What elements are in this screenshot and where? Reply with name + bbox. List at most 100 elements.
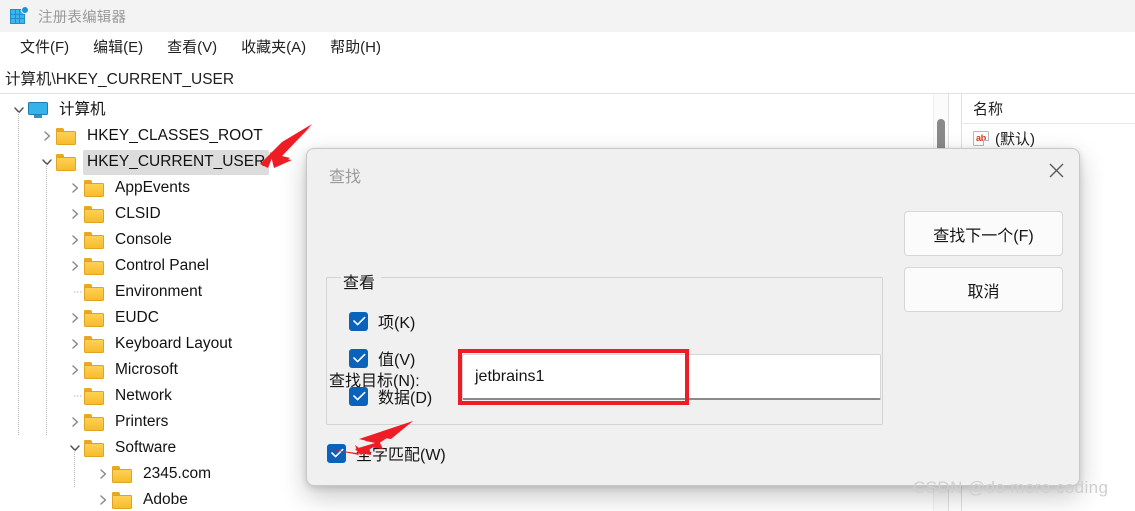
tree-node-label: Printers	[115, 412, 169, 430]
chevron-right-icon[interactable]	[94, 461, 112, 487]
tree-node[interactable]: 计算机	[0, 97, 948, 123]
title-bar: 注册表编辑器	[0, 0, 1135, 32]
cancel-button[interactable]: 取消	[904, 267, 1063, 312]
values-column-header-label: 名称	[973, 101, 1004, 118]
folder-icon	[112, 466, 132, 483]
string-value-icon-text: ab	[976, 132, 986, 143]
checkmark-icon	[327, 443, 346, 463]
folder-icon	[84, 414, 104, 431]
checkbox-whole-word[interactable]: 全字匹配(W)	[327, 441, 446, 465]
tree-node[interactable]: HKEY_CLASSES_ROOT	[0, 123, 948, 149]
tree-node-label-wrap: CLSID	[111, 202, 165, 227]
tree-node-label: Microsoft	[115, 360, 178, 378]
close-icon[interactable]	[1033, 149, 1079, 191]
chevron-right-icon[interactable]	[66, 175, 84, 201]
tree-node-label: Network	[115, 386, 172, 404]
find-dialog: 查找 查找目标(N): jetbrains1 查看 项(K) 值(V) 数据(D…	[306, 148, 1080, 486]
chevron-right-icon[interactable]	[66, 227, 84, 253]
checkmark-icon	[349, 386, 368, 406]
tree-guide-line	[46, 162, 47, 435]
folder-icon	[84, 388, 104, 405]
tree-node-label-wrap: Console	[111, 228, 176, 253]
chevron-right-icon[interactable]	[66, 357, 84, 383]
menu-item-edit[interactable]: 编辑(E)	[81, 33, 155, 61]
menu-item-file[interactable]: 文件(F)	[8, 33, 81, 61]
tree-node-label: Control Panel	[115, 256, 209, 274]
monitor-icon	[28, 101, 48, 119]
folder-icon	[84, 362, 104, 379]
tree-node-label-wrap: 2345.com	[139, 462, 215, 487]
tree-node-label: Software	[115, 438, 177, 456]
folder-icon	[84, 440, 104, 457]
chevron-right-icon[interactable]	[66, 331, 84, 357]
checkbox-keys[interactable]: 项(K)	[349, 309, 415, 333]
tree-node-label-wrap: Microsoft	[111, 358, 182, 383]
checkmark-icon	[349, 311, 368, 331]
find-dialog-title: 查找	[329, 169, 362, 186]
chevron-right-icon[interactable]	[66, 305, 84, 331]
tree-guide-line	[74, 448, 75, 487]
registry-editor-icon	[9, 6, 29, 26]
checkbox-values[interactable]: 值(V)	[349, 346, 415, 370]
window-title: 注册表编辑器	[38, 9, 127, 26]
menu-item-view[interactable]: 查看(V)	[155, 33, 229, 61]
menu-item-help[interactable]: 帮助(H)	[318, 33, 393, 61]
folder-icon	[56, 154, 76, 171]
folder-icon	[84, 310, 104, 327]
chevron-right-icon[interactable]	[38, 123, 56, 149]
values-column-header-name[interactable]: 名称	[963, 94, 1135, 124]
tree-node-label-wrap: Adobe	[139, 488, 192, 511]
view-options-groupbox-title: 查看	[341, 269, 382, 293]
tree-node-connector	[66, 279, 84, 305]
folder-icon	[84, 180, 104, 197]
tree-node-label: Adobe	[143, 490, 188, 508]
tree-node-label-wrap: Printers	[111, 410, 172, 435]
tree-node-label-wrap: Control Panel	[111, 254, 213, 279]
checkmark-icon	[349, 348, 368, 368]
tree-node-label-wrap: HKEY_CURRENT_USER	[83, 149, 270, 175]
folder-icon	[56, 128, 76, 145]
registry-editor-window: 注册表编辑器 文件(F) 编辑(E) 查看(V) 收藏夹(A) 帮助(H) 计算…	[0, 0, 1135, 511]
tree-node-label: Environment	[115, 282, 203, 300]
tree-node-label-wrap: EUDC	[111, 306, 163, 331]
checkbox-whole-word-label: 全字匹配(W)	[356, 447, 446, 464]
chevron-right-icon[interactable]	[94, 487, 112, 511]
tree-node-label-wrap: Network	[111, 384, 176, 409]
chevron-right-icon[interactable]	[66, 409, 84, 435]
tree-node-label: 计算机	[59, 100, 106, 118]
address-path: 计算机\HKEY_CURRENT_USER	[5, 70, 235, 88]
folder-icon	[112, 492, 132, 509]
chevron-down-icon[interactable]	[38, 149, 56, 175]
folder-icon	[84, 206, 104, 223]
menu-item-favorites[interactable]: 收藏夹(A)	[229, 33, 318, 61]
tree-node-label: Console	[115, 230, 172, 248]
tree-node-label-wrap: Keyboard Layout	[111, 332, 236, 357]
chevron-right-icon[interactable]	[66, 253, 84, 279]
tree-node-connector	[66, 383, 84, 409]
tree-node-label-wrap: Software	[111, 436, 180, 461]
checkbox-keys-label: 项(K)	[378, 315, 416, 332]
values-row-name: (默认)	[995, 130, 1035, 148]
string-value-icon: ab	[973, 130, 989, 146]
tree-node-label-wrap: HKEY_CLASSES_ROOT	[83, 124, 267, 149]
checkbox-data[interactable]: 数据(D)	[349, 384, 432, 408]
find-next-button[interactable]: 查找下一个(F)	[904, 211, 1063, 256]
chevron-down-icon[interactable]	[10, 97, 28, 123]
menu-bar: 文件(F) 编辑(E) 查看(V) 收藏夹(A) 帮助(H)	[0, 32, 1135, 62]
tree-node-label: Keyboard Layout	[115, 334, 233, 352]
checkbox-data-label: 数据(D)	[378, 390, 433, 407]
folder-icon	[84, 284, 104, 301]
tree-node-label-wrap: AppEvents	[111, 176, 194, 201]
chevron-right-icon[interactable]	[66, 201, 84, 227]
tree-node-label: HKEY_CLASSES_ROOT	[87, 126, 263, 144]
chevron-down-icon[interactable]	[66, 435, 84, 461]
tree-node[interactable]: Adobe	[0, 487, 948, 511]
tree-node-label: 2345.com	[143, 464, 212, 482]
tree-node-label: EUDC	[115, 308, 159, 326]
address-bar[interactable]: 计算机\HKEY_CURRENT_USER	[0, 62, 1135, 94]
tree-node-label-wrap: 计算机	[55, 98, 110, 123]
tree-node-label: CLSID	[115, 204, 161, 222]
tree-node-label: HKEY_CURRENT_USER	[87, 152, 266, 170]
tree-node-label-wrap: Environment	[111, 280, 206, 305]
tree-node-label: AppEvents	[115, 178, 190, 196]
